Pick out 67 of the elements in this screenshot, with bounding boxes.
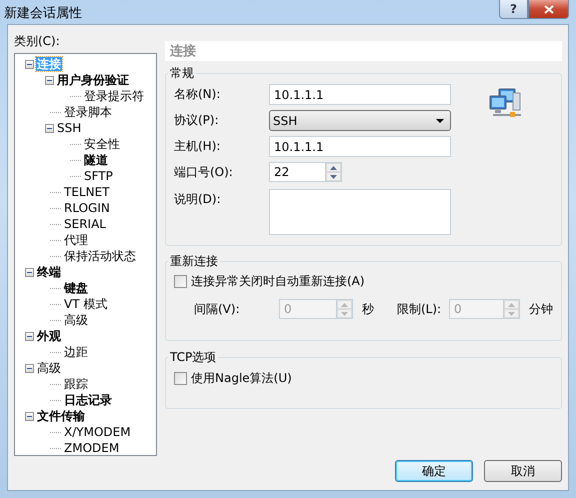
tree-item[interactable]: 高级 xyxy=(63,313,89,327)
collapse-icon[interactable] xyxy=(25,412,34,420)
tree-item[interactable]: VT 模式 xyxy=(63,297,108,311)
down-arrow-icon xyxy=(508,312,515,316)
up-arrow-icon xyxy=(341,302,348,306)
checkbox-label: 连接异常关闭时自动重新连接(A) xyxy=(191,273,365,290)
tree-item[interactable]: RLOGIN xyxy=(63,201,111,215)
tree-item[interactable]: 终端 xyxy=(36,265,62,279)
help-button[interactable]: ? xyxy=(499,0,528,19)
name-field[interactable]: 10.1.1.1 xyxy=(269,84,451,105)
tree-item[interactable]: ZMODEM xyxy=(63,441,120,455)
tree-item[interactable]: 用户身份验证 xyxy=(56,73,130,87)
checkbox[interactable] xyxy=(174,372,187,385)
tree-item[interactable]: SSH xyxy=(56,121,82,135)
tree-item[interactable]: X/YMODEM xyxy=(63,425,132,439)
collapse-icon[interactable] xyxy=(45,76,54,84)
field-label: 主机(H): xyxy=(174,138,222,155)
dialog-button[interactable]: 确定 xyxy=(395,460,473,482)
spin-field[interactable]: 22 xyxy=(269,162,342,182)
field-label: 说明(D): xyxy=(174,191,222,208)
tree-item[interactable]: 隧道 xyxy=(83,153,109,167)
tree-item[interactable]: TELNET xyxy=(63,185,110,199)
close-icon xyxy=(544,4,554,14)
dialog-button[interactable]: 取消 xyxy=(484,460,562,482)
down-arrow-icon xyxy=(330,174,337,178)
tree-item[interactable]: 登录提示符 xyxy=(83,89,145,103)
up-arrow-icon xyxy=(330,166,337,170)
tree-item[interactable]: 代理 xyxy=(63,233,89,247)
field-label: 端口号(O): xyxy=(174,164,234,181)
collapse-icon[interactable] xyxy=(45,124,54,132)
tree-item[interactable]: 日志记录 xyxy=(63,393,113,407)
field-label: 间隔(V): xyxy=(194,300,241,318)
tree-item[interactable]: 外观 xyxy=(36,329,62,343)
checkbox-label: 使用Nagle算法(U) xyxy=(191,370,292,387)
tree-item[interactable]: SERIAL xyxy=(63,217,107,231)
tree-item[interactable]: 跟踪 xyxy=(63,377,89,391)
tree-item[interactable]: 文件传输 xyxy=(36,409,86,423)
up-arrow-icon xyxy=(508,302,515,306)
tree-item[interactable]: 安全性 xyxy=(83,137,121,151)
checkbox[interactable] xyxy=(174,275,187,288)
tree-item[interactable]: 边距 xyxy=(63,345,89,359)
field-label: 协议(P): xyxy=(174,112,220,129)
tree-item[interactable]: 保持活动状态 xyxy=(63,249,137,263)
collapse-icon[interactable] xyxy=(25,364,34,372)
collapse-icon[interactable] xyxy=(25,332,34,340)
protocol-dropdown[interactable]: SSH xyxy=(269,110,451,131)
category-label: 类别(C): xyxy=(14,33,61,50)
computers-icon xyxy=(489,88,523,120)
dropdown-arrow-icon xyxy=(436,118,444,122)
close-button[interactable] xyxy=(528,0,569,19)
field-label: 限制(L): xyxy=(397,300,442,318)
group-title: 重新连接 xyxy=(168,253,220,270)
collapse-icon[interactable] xyxy=(25,268,34,276)
tree-item[interactable]: 登录脚本 xyxy=(63,105,113,119)
tree-item[interactable]: 键盘 xyxy=(63,281,89,295)
description-field[interactable] xyxy=(269,189,451,235)
tree-item[interactable]: SFTP xyxy=(83,169,114,183)
header-text: 连接 xyxy=(170,42,196,60)
collapse-icon[interactable] xyxy=(25,60,34,68)
down-arrow-icon xyxy=(341,312,348,316)
unit-label: 秒 xyxy=(362,300,375,318)
host-field[interactable]: 10.1.1.1 xyxy=(269,136,451,157)
window-title: 新建会话属性 xyxy=(4,5,82,22)
unit-label: 分钟 xyxy=(529,300,553,318)
field-label: 名称(N): xyxy=(174,86,222,103)
group-title: TCP选项 xyxy=(168,349,218,366)
tree-item[interactable]: 高级 xyxy=(36,361,62,375)
